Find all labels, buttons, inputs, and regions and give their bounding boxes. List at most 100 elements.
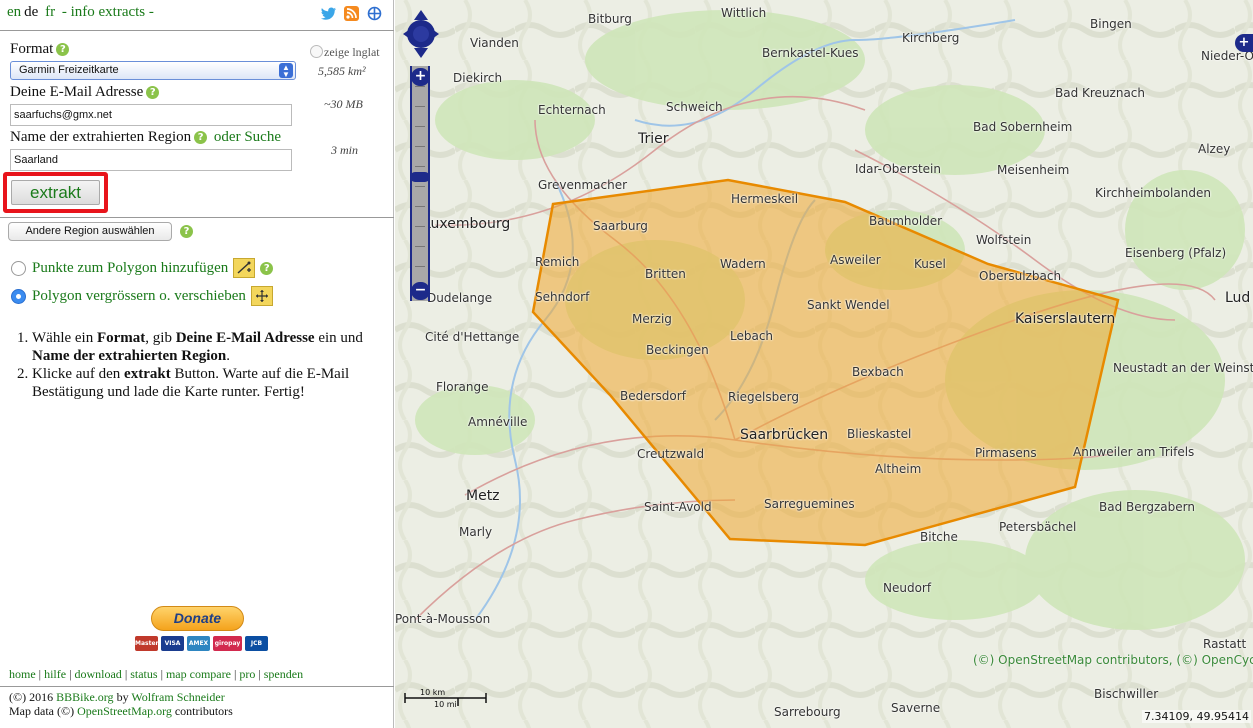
map-label: Wittlich	[721, 6, 767, 20]
move-polygon-radio[interactable]	[11, 288, 26, 304]
format-label: Format?	[10, 41, 70, 58]
footer-link-pro[interactable]: pro	[239, 667, 255, 681]
footer-link-status[interactable]: status	[130, 667, 157, 681]
osm-link[interactable]: OpenStreetMap.org	[77, 704, 172, 718]
other-region-button[interactable]: Andere Region auswählen	[8, 222, 172, 241]
move-polygon-label: Polygon vergrössern o. verschieben	[32, 287, 246, 304]
map-label: Neudorf	[883, 581, 932, 595]
map-label: Sankt Wendel	[807, 298, 890, 312]
add-point-tool-icon[interactable]	[233, 258, 256, 278]
email-field[interactable]: saarfuchs@gmx.net	[10, 104, 292, 126]
move-polygon-option[interactable]: Polygon vergrössern o. verschieben	[11, 286, 273, 306]
instruction-step: Wähle ein Format, gib Deine E-Mail Adres…	[32, 329, 388, 365]
format-select[interactable]: Garmin Freizeitkarte ▲ ▼	[10, 61, 296, 80]
pan-arrows-icon[interactable]	[403, 8, 439, 60]
map-label: Kirchheimbolanden	[1095, 186, 1211, 200]
map-label: Kaiserslautern	[1015, 311, 1116, 327]
twitter-icon[interactable]	[320, 5, 337, 22]
map-label: Sehndorf	[535, 290, 590, 304]
jcb-icon: JCB	[245, 636, 268, 651]
show-lnglat-option[interactable]: zeige lnglat	[310, 45, 380, 60]
map-label: Bad Kreuznach	[1055, 86, 1146, 100]
map-label: Baumholder	[869, 214, 943, 228]
map-label: Saarburg	[593, 219, 648, 233]
map-label: Bitburg	[588, 12, 632, 26]
help-icon[interactable]: ?	[146, 86, 160, 99]
donate-button[interactable]: Donate	[151, 606, 244, 631]
help-icon[interactable]: ?	[260, 261, 274, 275]
map-label: Meisenheim	[997, 163, 1070, 177]
show-lnglat-label: zeige lnglat	[324, 45, 380, 59]
region-name-field[interactable]: Saarland	[10, 149, 292, 171]
or-search-link[interactable]: oder Suche	[214, 129, 281, 145]
map-label: Schweich	[666, 100, 723, 114]
help-icon[interactable]: ?	[56, 43, 70, 56]
help-icon[interactable]: ?	[194, 131, 208, 144]
crosshair-icon[interactable]	[366, 5, 383, 22]
map-label: Wadern	[720, 257, 766, 271]
info-extracts-link[interactable]: - info extracts -	[62, 4, 154, 20]
credits: (©) 2016 BBBike.org by Wolfram Schneider…	[9, 690, 233, 718]
map-label: Echternach	[538, 103, 606, 117]
map-label: Idar-Oberstein	[855, 162, 941, 176]
lang-en-link[interactable]: en	[7, 4, 21, 20]
map-label: Blieskastel	[847, 427, 912, 441]
layer-switcher-button[interactable]: +	[1235, 34, 1253, 52]
divider	[0, 686, 394, 687]
add-points-label: Punkte zum Polygon hinzufügen	[32, 259, 229, 276]
footer-link-download[interactable]: download	[74, 667, 121, 681]
zoom-out-button[interactable]: −	[411, 282, 430, 300]
rss-icon[interactable]	[343, 5, 360, 22]
amex-icon: AMEX	[187, 636, 210, 651]
map-label: Sarreguemines	[764, 497, 855, 511]
map-label: Metz	[466, 488, 500, 504]
coordinate-readout: 7.34109, 49.95414	[1142, 710, 1251, 723]
map-label: Kirchberg	[902, 31, 960, 45]
map-label: Trier	[638, 131, 669, 147]
map-label: Asweiler	[830, 253, 881, 267]
map-label: Beckingen	[646, 343, 709, 357]
map-label: Cité d'Hettange	[425, 330, 520, 344]
map-label: Obersulzbach	[979, 269, 1062, 283]
footer-link-home[interactable]: home	[9, 667, 36, 681]
add-points-radio[interactable]	[11, 260, 26, 276]
footer-link-spenden[interactable]: spenden	[264, 667, 303, 681]
map-view[interactable]: Bitburg Wittlich Vianden Bernkastel-Kues…	[395, 0, 1253, 728]
map-label: Hermeskeil	[731, 192, 799, 206]
map-label: Sarrebourg	[774, 705, 841, 719]
zoom-slider-handle[interactable]	[410, 172, 430, 182]
map-label: Merzig	[632, 312, 672, 326]
map-label: Bingen	[1090, 17, 1132, 31]
author-link[interactable]: Wolfram Schneider	[131, 690, 224, 704]
region-label-text: Name der extrahierten Region	[10, 129, 192, 145]
map-label: Bad Sobernheim	[973, 120, 1073, 134]
lang-fr-link[interactable]: fr	[45, 4, 55, 20]
show-lnglat-radio[interactable]	[310, 45, 323, 58]
move-tool-icon[interactable]	[250, 286, 273, 306]
map-label: Amnéville	[468, 415, 528, 429]
language-bar: en de fr - info extracts -	[7, 4, 157, 21]
instructions-list: Wähle ein Format, gib Deine E-Mail Adres…	[8, 329, 388, 401]
scale-bar: 10 km 10 mi	[404, 686, 489, 711]
help-icon[interactable]: ?	[180, 225, 193, 238]
bbbike-link[interactable]: BBBike.org	[56, 690, 113, 704]
add-points-option[interactable]: Punkte zum Polygon hinzufügen ?	[11, 258, 274, 278]
format-selected-value: Garmin Freizeitkarte	[19, 64, 119, 76]
map-attribution: (©) OpenStreetMap contributors, (©) Open…	[973, 653, 1253, 667]
area-value: 5,585 km²	[318, 64, 366, 78]
map-label: Bad Bergzabern	[1099, 500, 1195, 514]
zoom-in-button[interactable]: +	[411, 68, 430, 86]
map-label: Diekirch	[453, 71, 503, 85]
map-label: Bernkastel-Kues	[762, 46, 859, 60]
extrakt-button[interactable]: extrakt	[11, 180, 100, 205]
map-label: Bischwiller	[1094, 687, 1159, 701]
map-label: Florange	[436, 380, 489, 394]
footer-link-hilfe[interactable]: hilfe	[44, 667, 66, 681]
map-label: Lud	[1225, 290, 1251, 306]
footer-link-map-compare[interactable]: map compare	[166, 667, 231, 681]
zoom-slider-track[interactable]	[410, 66, 430, 301]
map-label: Saint-Avold	[644, 500, 712, 514]
map-label: Petersbächel	[999, 520, 1077, 534]
pan-control[interactable]	[403, 8, 439, 58]
map-label: Pirmasens	[975, 446, 1037, 460]
